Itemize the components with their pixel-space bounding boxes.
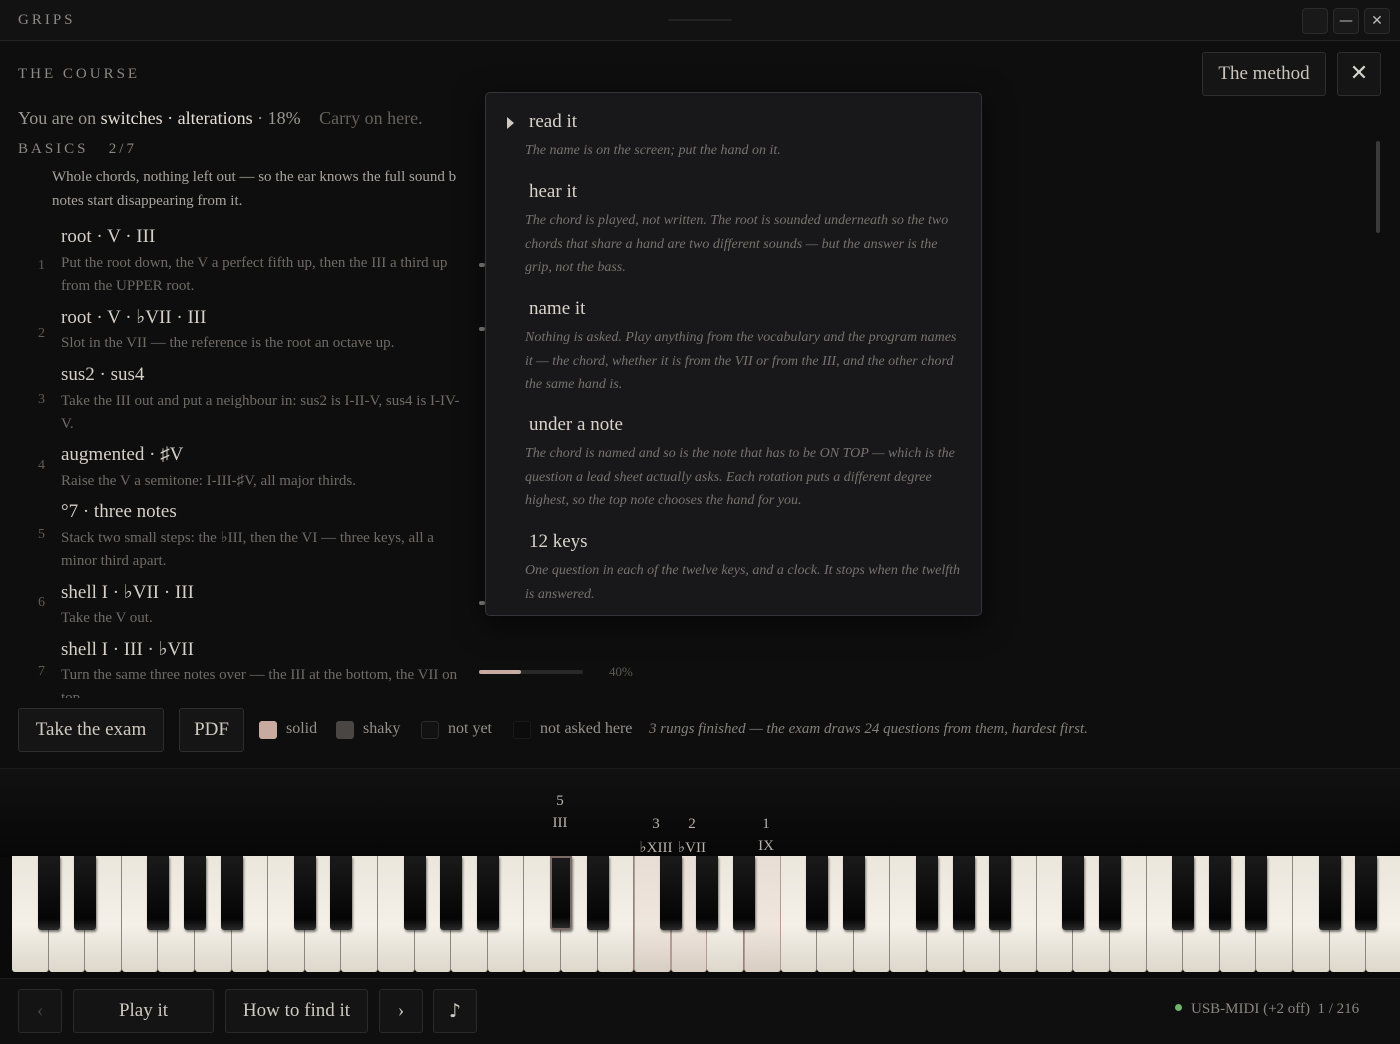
finger-label: 2 xyxy=(688,816,696,832)
music-note-icon: ♪ xyxy=(448,1000,462,1022)
previous-button[interactable]: ‹ xyxy=(18,989,62,1033)
black-key[interactable] xyxy=(147,856,170,930)
black-key[interactable] xyxy=(37,856,60,930)
black-key[interactable] xyxy=(220,856,243,930)
legend-shaky-label: shaky xyxy=(363,720,401,737)
black-key[interactable] xyxy=(1318,856,1341,930)
play-it-button[interactable]: Play it xyxy=(73,989,214,1033)
finger-label: 5 xyxy=(556,793,564,809)
black-key[interactable] xyxy=(74,856,97,930)
black-key[interactable] xyxy=(476,856,499,930)
current-rung: switches · alterations xyxy=(100,108,253,128)
black-key[interactable] xyxy=(1245,856,1268,930)
black-key[interactable] xyxy=(659,856,682,930)
close-course-button[interactable]: ✕ xyxy=(1337,52,1381,96)
window-option-button[interactable] xyxy=(1302,8,1328,34)
black-key[interactable] xyxy=(1062,856,1085,930)
midi-status: USB-MIDI (+2 off) 1 / 216 xyxy=(1175,1001,1359,1018)
minimize-button[interactable]: — xyxy=(1333,8,1359,34)
course-title: THE COURSE xyxy=(18,66,141,82)
app-title: GRIPS xyxy=(18,12,76,28)
black-key[interactable] xyxy=(806,856,829,930)
finger-label: 3 xyxy=(652,816,660,832)
degree-label: IX xyxy=(758,838,774,854)
current-percent: · 18% xyxy=(257,108,301,128)
black-key[interactable] xyxy=(842,856,865,930)
legend-solid-swatch xyxy=(259,721,277,739)
black-key[interactable] xyxy=(330,856,353,930)
finger-label: 1 xyxy=(762,816,770,832)
black-key[interactable] xyxy=(1208,856,1231,930)
black-key[interactable] xyxy=(1355,856,1378,930)
legend-solid-label: solid xyxy=(286,720,318,737)
black-key[interactable] xyxy=(989,856,1012,930)
degree-label: ♭XIII xyxy=(639,840,673,856)
basics-count: 2/7 xyxy=(108,141,137,157)
legend-not-asked-label: not asked here xyxy=(540,720,633,737)
black-key[interactable] xyxy=(550,856,572,930)
black-key[interactable] xyxy=(733,856,755,930)
black-key[interactable] xyxy=(952,856,975,930)
pdf-button[interactable]: PDF xyxy=(179,708,244,752)
black-key[interactable] xyxy=(1172,856,1195,930)
black-key[interactable] xyxy=(293,856,316,930)
mode-menu: read it The name is on the screen; put t… xyxy=(485,92,982,616)
legend-not-asked-swatch xyxy=(513,721,531,739)
sound-button[interactable]: ♪ xyxy=(433,989,477,1033)
black-key[interactable] xyxy=(696,856,719,930)
close-icon: ✕ xyxy=(1349,61,1369,86)
take-exam-button[interactable]: Take the exam xyxy=(18,708,164,752)
method-button[interactable]: The method xyxy=(1202,52,1326,96)
midi-status-dot xyxy=(1175,1004,1182,1012)
chevron-left-icon: ‹ xyxy=(36,1000,44,1021)
how-to-find-button[interactable]: How to find it xyxy=(225,989,368,1033)
chevron-right-icon: › xyxy=(397,1000,405,1021)
course-scrollbar[interactable] xyxy=(1376,141,1380,233)
legend-not-yet-label: not yet xyxy=(448,720,492,737)
footer-bar: ‹ Play it How to find it › ♪ USB-MIDI (+… xyxy=(0,978,1400,1044)
window-close-button[interactable]: ✕ xyxy=(1364,8,1390,34)
piano-keyboard[interactable] xyxy=(12,856,1400,974)
exam-note: 3 rungs finished — the exam draws 24 que… xyxy=(649,721,1088,737)
current-position: You are on switches · alterations · 18% … xyxy=(18,108,423,128)
degree-label: III xyxy=(552,815,568,831)
midi-device: USB-MIDI (+2 off) xyxy=(1191,1001,1311,1017)
rung-progress-bar xyxy=(479,670,583,674)
rung-percent: 40% xyxy=(609,664,633,679)
carry-on-link[interactable]: Carry on here. xyxy=(319,108,422,128)
rung-progress-fill xyxy=(479,670,521,674)
basics-heading: BASICS 2/7 xyxy=(18,141,137,157)
title-bar: GRIPS — ✕ xyxy=(0,0,1400,41)
question-counter: 1 / 216 xyxy=(1317,1001,1360,1017)
action-strip: Take the exam PDF solid shaky not yet no… xyxy=(0,700,1400,766)
black-key[interactable] xyxy=(916,856,938,930)
degree-label: ♭VII xyxy=(678,840,706,856)
black-key[interactable] xyxy=(586,856,609,930)
drag-handle[interactable] xyxy=(668,19,732,21)
next-button[interactable]: › xyxy=(379,989,423,1033)
black-key[interactable] xyxy=(403,856,426,930)
selected-caret-icon xyxy=(507,117,514,129)
black-key[interactable] xyxy=(440,856,463,930)
black-key[interactable] xyxy=(1099,856,1121,930)
legend-not-yet-swatch xyxy=(421,721,439,739)
basics-description: Whole chords, nothing left out — so the … xyxy=(52,169,457,209)
black-key[interactable] xyxy=(184,856,206,930)
legend-shaky-swatch xyxy=(336,721,354,739)
